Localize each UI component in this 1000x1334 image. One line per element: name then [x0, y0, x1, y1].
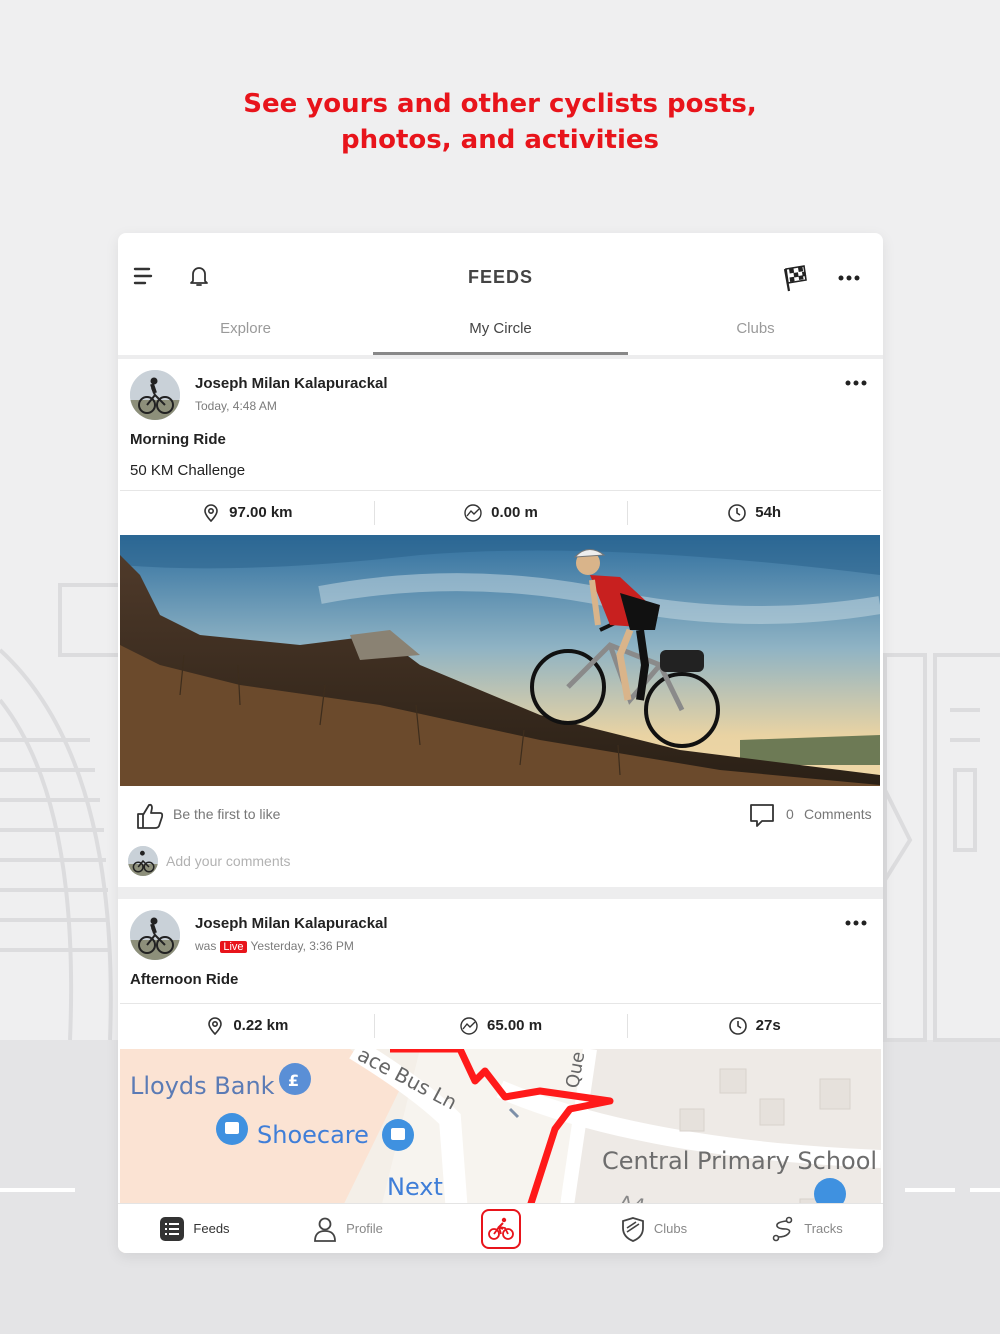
stat-duration: 27s — [627, 1004, 881, 1047]
tab-clubs[interactable]: Clubs — [628, 313, 883, 355]
comment-count[interactable]: 0 — [786, 806, 794, 822]
clock-icon — [728, 503, 747, 522]
map-label-school: Central Primary School — [602, 1147, 877, 1175]
nav-profile-label: Profile — [346, 1221, 383, 1236]
stat-elevation-value: 0.00 m — [491, 504, 538, 521]
nav-profile[interactable]: Profile — [271, 1204, 424, 1254]
feeds-list-icon — [160, 1216, 185, 1241]
elevation-icon — [464, 503, 482, 522]
clock-icon — [728, 1016, 747, 1035]
bottom-nav: Feeds Profile Clubs Tracks — [118, 1203, 883, 1253]
activity-stats: 97.00 km 0.00 m 54h — [120, 490, 881, 534]
profile-icon — [314, 1217, 336, 1242]
svg-text:£: £ — [288, 1071, 299, 1090]
comment-input[interactable] — [166, 847, 766, 875]
timestamp-prefix: was — [195, 939, 217, 953]
live-badge: Live — [220, 941, 247, 953]
feed-post: Joseph Milan Kalapurackal was Live Yesterd… — [118, 899, 883, 1253]
checkered-flag-icon[interactable] — [778, 261, 812, 295]
post-author[interactable]: Joseph Milan Kalapurackal — [195, 375, 388, 392]
stat-distance-value: 97.00 km — [229, 504, 293, 521]
stat-elevation-value: 65.00 m — [486, 1017, 543, 1034]
post-title[interactable]: Morning Ride — [130, 431, 226, 448]
promo-headline: See yours and other cyclists posts, phot… — [0, 86, 1000, 158]
feed-tabs: Explore My Circle Clubs — [118, 313, 883, 355]
stat-distance-value: 0.22 km — [233, 1017, 289, 1034]
stat-elevation: 65.00 m — [373, 1004, 628, 1047]
nav-record-ride[interactable] — [424, 1204, 577, 1254]
activity-stats: 0.22 km 65.00 m 27s — [120, 1003, 881, 1047]
comment-row — [118, 843, 883, 879]
avatar[interactable] — [130, 370, 180, 420]
distance-pin-icon — [204, 503, 218, 522]
top-bar: FEEDS Explore My Circle Clubs — [118, 233, 883, 355]
distance-pin-icon — [208, 1016, 223, 1035]
nav-clubs[interactable]: Clubs — [577, 1204, 730, 1254]
page-title: FEEDS — [467, 267, 533, 287]
bell-icon[interactable] — [184, 261, 214, 291]
feed-post: Joseph Milan Kalapurackal Today, 4:48 AM… — [118, 359, 883, 887]
post-timestamp: Yesterday, 3:36 PM — [250, 939, 354, 953]
app-screen: FEEDS Explore My Circle Clubs Joseph Mil… — [118, 233, 883, 1253]
stat-elevation: 0.00 m — [373, 491, 628, 534]
stat-distance: 97.00 km — [120, 491, 374, 534]
tab-explore[interactable]: Explore — [118, 313, 373, 355]
comment-label[interactable]: Comments — [804, 806, 872, 822]
nav-tracks-label: Tracks — [804, 1221, 843, 1236]
avatar — [128, 846, 158, 876]
post-author[interactable]: Joseph Milan Kalapurackal — [195, 915, 388, 932]
cycling-icon — [487, 1217, 514, 1240]
post-timestamp-row: was Live Yesterday, 3:36 PM — [195, 939, 354, 953]
record-ride-button[interactable] — [480, 1208, 521, 1249]
headline-line-1: See yours and other cyclists posts, — [243, 89, 757, 119]
stat-duration-value: 54h — [755, 504, 782, 521]
engagement-row: Be the first to like 0 Comments — [118, 797, 883, 833]
stat-duration-value: 27s — [755, 1017, 781, 1034]
nav-feeds[interactable]: Feeds — [118, 1204, 271, 1254]
nav-clubs-label: Clubs — [653, 1221, 688, 1236]
shield-icon — [621, 1216, 644, 1242]
post-photo[interactable] — [120, 535, 880, 786]
post-more-icon[interactable] — [845, 373, 873, 393]
stat-distance: 0.22 km — [120, 1004, 374, 1047]
route-icon — [772, 1216, 793, 1241]
avatar[interactable] — [130, 910, 180, 960]
menu-icon[interactable] — [128, 261, 158, 291]
tab-my-circle[interactable]: My Circle — [373, 313, 628, 355]
headline-line-2: photos, and activities — [340, 125, 659, 155]
thumbs-up-icon[interactable] — [134, 800, 166, 832]
map-label-shoecare: Shoecare — [257, 1121, 369, 1149]
post-description: 50 KM Challenge — [130, 462, 246, 479]
nav-tracks[interactable]: Tracks — [730, 1204, 883, 1254]
map-label-next: Next — [387, 1173, 443, 1201]
post-more-icon[interactable] — [845, 913, 873, 933]
elevation-icon — [460, 1016, 478, 1035]
nav-feeds-label: Feeds — [193, 1221, 230, 1236]
post-title[interactable]: Afternoon Ride — [130, 971, 238, 988]
map-label-lloyds-bank: Lloyds Bank — [130, 1072, 275, 1100]
post-timestamp: Today, 4:48 AM — [195, 399, 277, 413]
stat-duration: 54h — [627, 491, 881, 534]
more-icon[interactable] — [834, 263, 864, 293]
like-prompt[interactable]: Be the first to like — [173, 806, 280, 822]
comment-icon[interactable] — [748, 801, 776, 829]
